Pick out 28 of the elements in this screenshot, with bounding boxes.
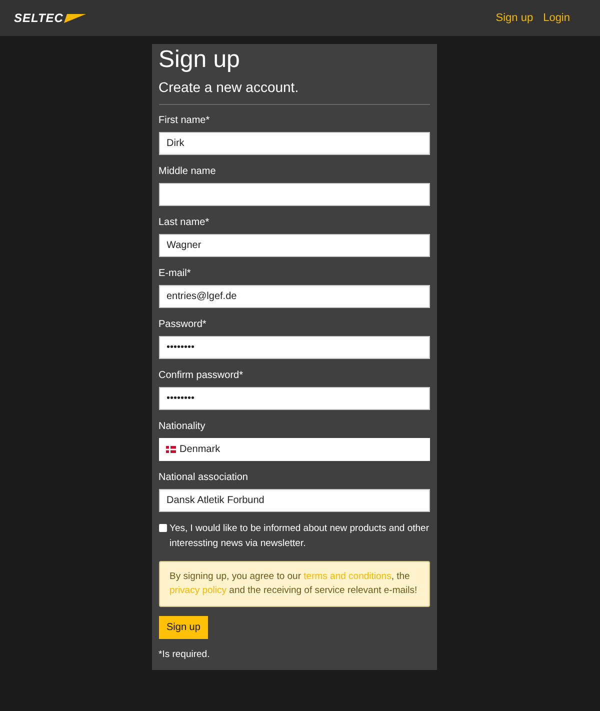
input-field[interactable]: Wagner (158, 234, 430, 257)
required-note: *Is required. (158, 649, 211, 660)
field-label: Password* (158, 319, 208, 330)
input-field[interactable] (158, 183, 430, 206)
field-label: Confirm password* (158, 370, 244, 381)
newsletter-label: Yes, I would like to be informed about new products and other interessting news via newsletter. (170, 522, 430, 551)
flag-icon (166, 446, 176, 453)
logo[interactable]: SELTEC (14, 11, 64, 25)
field-label: First name* (158, 115, 211, 126)
field-label: Nationality (158, 421, 206, 432)
field-label: E-mail* (158, 268, 192, 279)
field-label: National association (158, 472, 249, 483)
input-field[interactable]: Dansk Atletik Forbund (158, 489, 430, 512)
field-label: Middle name (158, 166, 217, 177)
logo-flag-icon (64, 14, 86, 22)
input-field[interactable]: •••••••• (158, 336, 430, 359)
page-subtitle: Create a new account. (158, 79, 300, 95)
page-title: Sign up (158, 46, 241, 74)
nav-link[interactable]: Sign up (496, 12, 534, 24)
terms-notice: By signing up, you agree to our terms and conditions, the privacy policy and the receiving of service relevant e-mails! (158, 561, 430, 607)
input-field[interactable]: Dirk (158, 132, 430, 155)
input-field[interactable]: entries@lgef.de (158, 285, 430, 308)
nav-link[interactable]: Login (543, 12, 570, 24)
newsletter-checkbox[interactable] (158, 524, 166, 532)
nationality-select[interactable]: Denmark (158, 438, 430, 461)
sign-up-button[interactable]: Sign up (158, 616, 208, 639)
field-label: Last name* (158, 217, 210, 228)
input-field[interactable]: •••••••• (158, 387, 430, 410)
